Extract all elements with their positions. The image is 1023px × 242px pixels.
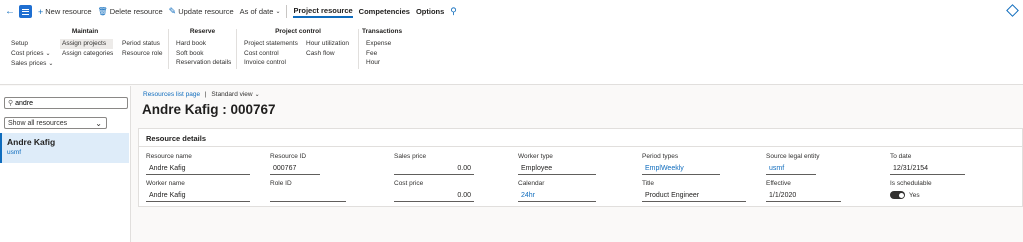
divider xyxy=(168,29,169,69)
search-icon: ⚲ xyxy=(8,100,14,107)
field-role-id: Role ID xyxy=(270,180,346,202)
is-schedulable-toggle[interactable]: Yes xyxy=(890,191,994,199)
group-title-project-control: Project control xyxy=(275,28,321,35)
ribbon-item-assign-categories[interactable]: Assign categories xyxy=(62,49,113,59)
tab-project-resource[interactable]: Project resource xyxy=(293,6,353,18)
resource-list-pane: ⚲ Show all resources ⌄ Andre Kafig usmf xyxy=(0,86,131,242)
pencil-icon: ✎ xyxy=(168,6,177,16)
toggle-switch[interactable] xyxy=(890,191,905,199)
ribbon-item-period-status[interactable]: Period status xyxy=(122,39,162,49)
chevron-down-icon: ⌄ xyxy=(95,118,102,128)
ribbon-item-hard-book[interactable]: Hard book xyxy=(176,39,231,49)
ribbon-item-invoice-control[interactable]: Invoice control xyxy=(244,58,298,68)
page-title: Andre Kafig : 000767 xyxy=(142,102,276,117)
cost-price-input[interactable]: 0.00 xyxy=(394,191,474,202)
filter-input[interactable] xyxy=(15,99,116,107)
title-input[interactable]: Product Engineer xyxy=(642,191,746,202)
filter-field[interactable]: ⚲ xyxy=(4,97,128,109)
chevron-down-icon: ⌄ xyxy=(45,50,51,57)
section-header[interactable]: Resource details xyxy=(139,129,1022,147)
field-to-date: To date 12/31/2154 xyxy=(890,153,965,175)
ribbon-item-hour-utilization[interactable]: Hour utilization xyxy=(306,39,349,49)
effective-date-input[interactable]: 1/1/2020 xyxy=(766,191,841,202)
field-resource-name: Resource name Andre Kafig xyxy=(146,153,250,175)
ribbon-item-project-statements[interactable]: Project statements xyxy=(244,39,298,49)
ribbon-item-cash-flow[interactable]: Cash flow xyxy=(306,49,349,59)
action-pane: ← + New resource 🗑 Delete resource ✎ Update… xyxy=(0,0,1023,23)
list-item-name: Andre Kafig xyxy=(7,137,56,147)
breadcrumb-link[interactable]: Resources list page xyxy=(143,91,200,98)
list-item[interactable]: Andre Kafig usmf xyxy=(0,133,129,163)
ribbon-item-sales-prices[interactable]: Sales prices ⌄ xyxy=(11,59,53,70)
to-date-input[interactable]: 12/31/2154 xyxy=(890,164,965,175)
breadcrumb-separator: | xyxy=(204,91,207,98)
resource-id-input[interactable]: 000767 xyxy=(270,164,320,175)
reserve-col: Hard book Soft book Reservation details xyxy=(176,39,231,68)
ribbon-groups: Maintain Setup Cost prices ⌄ Sales prices… xyxy=(0,23,1023,85)
plus-icon: + xyxy=(38,6,44,17)
group-title-reserve: Reserve xyxy=(189,28,216,35)
back-arrow-icon[interactable]: ← xyxy=(4,6,16,18)
view-filter-select[interactable]: Show all resources ⌄ xyxy=(4,117,107,129)
trash-icon: 🗑 xyxy=(97,7,108,16)
field-period-types: Period types EmplWeekly xyxy=(642,153,720,175)
worker-type-select[interactable]: Employee xyxy=(518,164,596,175)
ribbon-item-reservation-details[interactable]: Reservation details xyxy=(176,58,231,68)
resource-details-section: Resource details Resource name Andre Kaf… xyxy=(138,128,1023,207)
resource-name-input[interactable]: Andre Kafig xyxy=(146,164,250,175)
breadcrumb: Resources list page | Standard view ⌄ xyxy=(143,91,260,98)
main-menu-button[interactable] xyxy=(19,5,32,18)
ribbon-item-setup[interactable]: Setup xyxy=(11,39,53,49)
period-types-input[interactable]: EmplWeekly xyxy=(642,164,720,175)
source-legal-entity-input[interactable]: usmf xyxy=(766,164,816,175)
chevron-down-icon: ⌄ xyxy=(275,9,281,15)
field-cost-price: Cost price 0.00 xyxy=(394,180,474,202)
project-control-col2: Hour utilization Cash flow xyxy=(306,39,349,58)
ribbon-item-cost-control[interactable]: Cost control xyxy=(244,49,298,59)
search-icon[interactable]: ⚲ xyxy=(450,6,457,17)
ribbon-item-soft-book[interactable]: Soft book xyxy=(176,49,231,59)
ribbon-item-hour[interactable]: Hour xyxy=(366,58,391,68)
view-selector[interactable]: Standard view ⌄ xyxy=(211,91,259,98)
field-worker-name: Worker name Andre Kafig xyxy=(146,180,250,202)
ribbon-item-expense[interactable]: Expense xyxy=(366,39,391,49)
field-resource-id: Resource ID 000767 xyxy=(270,153,320,175)
field-worker-type: Worker type Employee xyxy=(518,153,596,175)
field-effective: Effective 1/1/2020 xyxy=(766,180,841,202)
divider xyxy=(286,5,288,18)
field-calendar: Calendar 24hr xyxy=(518,180,596,202)
project-control-col1: Project statements Cost control Invoice … xyxy=(244,39,298,68)
group-title-transactions: Transactions xyxy=(362,28,403,35)
role-id-input[interactable] xyxy=(270,191,346,202)
transactions-col: Expense Fee Hour xyxy=(366,39,391,68)
as-of-date-menu[interactable]: As of date ⌄ xyxy=(240,7,281,16)
calendar-input[interactable]: 24hr xyxy=(518,191,596,202)
ribbon-item-resource-role[interactable]: Resource role xyxy=(122,49,162,59)
divider xyxy=(236,29,237,69)
ribbon-item-cost-prices[interactable]: Cost prices ⌄ xyxy=(11,49,53,60)
menu-icon xyxy=(22,8,29,15)
group-title-maintain: Maintain xyxy=(71,28,99,35)
ribbon-item-assign-projects[interactable]: Assign projects xyxy=(60,39,114,49)
maintain-col3: Period status Resource role xyxy=(122,39,162,58)
update-resource-button[interactable]: ✎ Update resource xyxy=(169,6,234,17)
office-diamond-icon[interactable] xyxy=(1006,4,1019,17)
chevron-down-icon: ⌄ xyxy=(254,92,260,98)
field-sales-price: Sales price 0.00 xyxy=(394,153,474,175)
tab-competencies[interactable]: Competencies xyxy=(359,7,410,16)
chevron-down-icon: ⌄ xyxy=(48,61,54,67)
field-title: Title Product Engineer xyxy=(642,180,746,202)
ribbon-item-fee[interactable]: Fee xyxy=(366,49,391,59)
list-item-legal-entity: usmf xyxy=(7,149,22,156)
delete-resource-button[interactable]: 🗑 Delete resource xyxy=(98,7,163,16)
new-resource-button[interactable]: + New resource xyxy=(38,7,92,17)
field-is-schedulable: Is schedulable Yes xyxy=(890,180,994,199)
maintain-col1: Setup Cost prices ⌄ Sales prices ⌄ xyxy=(11,39,53,70)
worker-name-input[interactable]: Andre Kafig xyxy=(146,191,250,202)
field-source-legal-entity: Source legal entity usmf xyxy=(766,153,819,175)
sales-price-input[interactable]: 0.00 xyxy=(394,164,474,175)
divider xyxy=(358,29,359,69)
maintain-col2: Assign projects Assign categories xyxy=(60,39,114,59)
tab-options[interactable]: Options xyxy=(416,7,444,16)
